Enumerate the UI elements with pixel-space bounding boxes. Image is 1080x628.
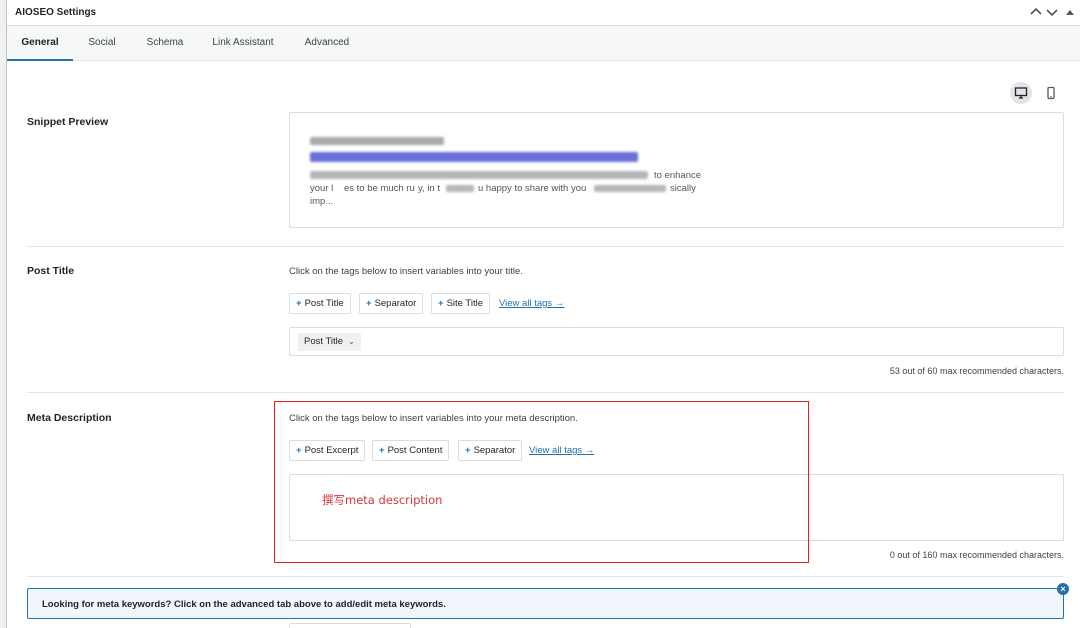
tag-label: Site Title [446, 298, 483, 309]
snippet-desc-blurred [310, 171, 648, 179]
tab-link-assistant[interactable]: Link Assistant [203, 26, 283, 61]
post-title-label: Post Title [27, 265, 75, 277]
post-title-chip[interactable]: Post Title ⌄ [298, 333, 361, 351]
annotation-text: 撰写meta description [322, 493, 443, 507]
plus-icon: + [379, 445, 385, 456]
tag-separator-button[interactable]: + Separator [359, 293, 424, 314]
plus-icon: + [296, 445, 302, 456]
snippet-desc-line1: to enhance [654, 170, 702, 181]
notice-text: Looking for meta keywords? Click on the … [42, 599, 446, 610]
snippet-title-blurred [310, 152, 638, 162]
chevron-down-icon[interactable] [1044, 4, 1060, 20]
tab-advanced[interactable]: Advanced [293, 26, 361, 61]
snippet-desc-blur-b [594, 185, 666, 192]
tab-schema[interactable]: Schema [135, 26, 195, 61]
snippet-desc-line3: imp... [310, 196, 334, 207]
snippet-desc-line2b: es to be much ru [344, 183, 415, 194]
snippet-preview-label: Snippet Preview [27, 116, 109, 128]
mobile-preview-button[interactable] [1040, 82, 1062, 104]
view-all-tags-link[interactable]: View all tags → [529, 445, 594, 456]
post-title-input[interactable]: Post Title ⌄ [289, 327, 1064, 356]
panel-title: AIOSEO Settings [15, 7, 97, 18]
meta-keywords-notice: Looking for meta keywords? Click on the … [27, 588, 1064, 619]
snippet-desc-line2c: y, in t [418, 183, 440, 194]
panel-header: AIOSEO Settings [7, 0, 1080, 26]
tag-separator-button[interactable]: + Separator [458, 440, 523, 461]
tab-social[interactable]: Social [79, 26, 125, 61]
tag-label: Post Content [387, 445, 443, 456]
meta-description-label: Meta Description [27, 412, 112, 424]
divider [27, 576, 1064, 577]
snippet-desc-line2a: your l [310, 183, 334, 194]
tag-site-title-button[interactable]: + Site Title [431, 293, 490, 314]
chevron-up-icon[interactable] [1028, 4, 1044, 20]
meta-description-help: Click on the tags below to insert variab… [289, 413, 578, 424]
post-title-help: Click on the tags below to insert variab… [289, 266, 523, 277]
plus-icon: + [366, 298, 372, 309]
aioseo-settings-panel: AIOSEO Settings General Social Schema Li… [6, 0, 1080, 628]
tag-label: Post Title [304, 298, 344, 309]
desktop-preview-button[interactable] [1010, 82, 1032, 104]
snippet-url-blurred [310, 137, 444, 145]
snippet-desc-line2d: u happy to share with you [478, 183, 587, 194]
chevron-down-icon[interactable]: ⌄ [348, 333, 355, 351]
divider [27, 392, 1064, 393]
triangle-up-icon[interactable] [1062, 4, 1078, 20]
meta-description-input[interactable]: 撰写meta description [289, 474, 1064, 541]
close-icon[interactable]: × [1057, 583, 1069, 595]
next-row-field[interactable] [289, 623, 411, 628]
tag-post-title-button[interactable]: + Post Title [289, 293, 351, 314]
chip-label: Post Title [304, 336, 344, 347]
snippet-desc-line2e: sically [670, 183, 696, 194]
plus-icon: + [296, 298, 302, 309]
post-title-char-count: 53 out of 60 max recommended characters. [889, 366, 1064, 376]
snippet-preview-box: to enhance your l es to be much ru y, in… [289, 112, 1064, 228]
mobile-icon [1047, 86, 1055, 100]
tag-label: Separator [473, 445, 516, 456]
view-all-tags-link[interactable]: View all tags → [499, 298, 564, 309]
meta-description-char-count: 0 out of 160 max recommended characters. [889, 550, 1064, 560]
divider [27, 246, 1064, 247]
tab-general[interactable]: General [7, 26, 73, 61]
desktop-icon [1014, 87, 1028, 99]
plus-icon: + [438, 298, 444, 309]
tag-label: Post Excerpt [304, 445, 359, 456]
tag-post-content-button[interactable]: + Post Content [372, 440, 450, 461]
plus-icon: + [465, 445, 471, 456]
tag-post-excerpt-button[interactable]: + Post Excerpt [289, 440, 366, 461]
settings-tabs: General Social Schema Link Assistant Adv… [7, 26, 1080, 61]
tag-label: Separator [374, 298, 417, 309]
snippet-desc-blur-a [446, 185, 474, 192]
